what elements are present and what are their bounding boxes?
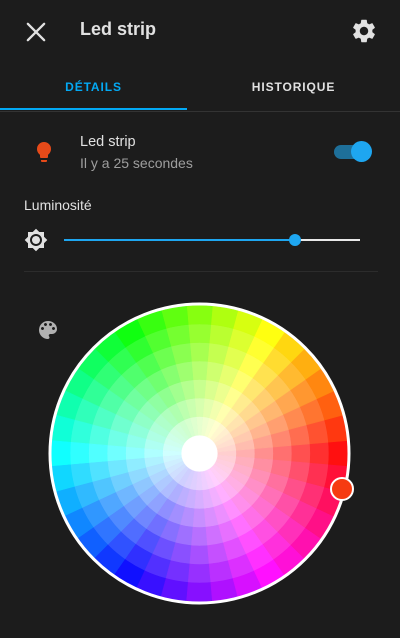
wheel-segment xyxy=(291,443,311,464)
wheel-segment xyxy=(309,441,330,466)
brightness-icon xyxy=(24,228,48,252)
wheel-segment xyxy=(328,440,348,467)
tab-active-indicator xyxy=(0,108,187,110)
wheel-segment xyxy=(69,441,90,466)
close-button[interactable] xyxy=(22,18,50,46)
wheel-segment xyxy=(51,440,71,467)
tab-history[interactable]: HISTORIQUE xyxy=(200,62,387,111)
entity-last-changed: Il y a 25 secondes xyxy=(80,155,193,171)
wheel-segment xyxy=(187,563,212,584)
color-marker[interactable] xyxy=(330,477,354,501)
power-toggle[interactable] xyxy=(334,141,372,163)
slider-track-remaining xyxy=(295,239,360,241)
brightness-slider[interactable] xyxy=(64,232,360,248)
gear-icon xyxy=(353,19,375,43)
dialog-title: Led strip xyxy=(80,19,157,39)
tab-bar: DÉTAILS HISTORIQUE xyxy=(0,62,400,112)
wheel-segment xyxy=(186,582,213,602)
lightbulb-icon xyxy=(32,140,56,164)
section-divider xyxy=(24,271,378,272)
wheel-segment xyxy=(88,443,108,464)
wheel-segment xyxy=(272,445,293,462)
close-icon xyxy=(26,22,46,42)
color-wheel[interactable] xyxy=(47,301,352,606)
wheel-segment xyxy=(191,526,208,547)
slider-track-filled xyxy=(64,239,295,241)
wheel-segment xyxy=(106,445,127,462)
settings-button[interactable] xyxy=(350,17,378,45)
wheel-segment xyxy=(125,446,145,461)
dialog-header: Led strip xyxy=(0,0,400,62)
wheel-center xyxy=(181,435,218,472)
color-wheel-container xyxy=(47,301,354,606)
wheel-segment xyxy=(254,446,274,461)
wheel-segment xyxy=(192,508,207,528)
tab-details[interactable]: DÉTAILS xyxy=(0,62,187,111)
wheel-segment xyxy=(189,545,210,565)
toggle-thumb xyxy=(351,141,372,162)
brightness-label: Luminosité xyxy=(24,197,92,213)
wheel-segment xyxy=(186,305,213,325)
wheel-segment xyxy=(189,342,210,362)
wheel-segment xyxy=(191,360,208,381)
slider-thumb[interactable] xyxy=(289,234,301,246)
entity-name: Led strip xyxy=(80,134,136,150)
wheel-segment xyxy=(187,323,212,344)
wheel-segment xyxy=(192,379,207,399)
